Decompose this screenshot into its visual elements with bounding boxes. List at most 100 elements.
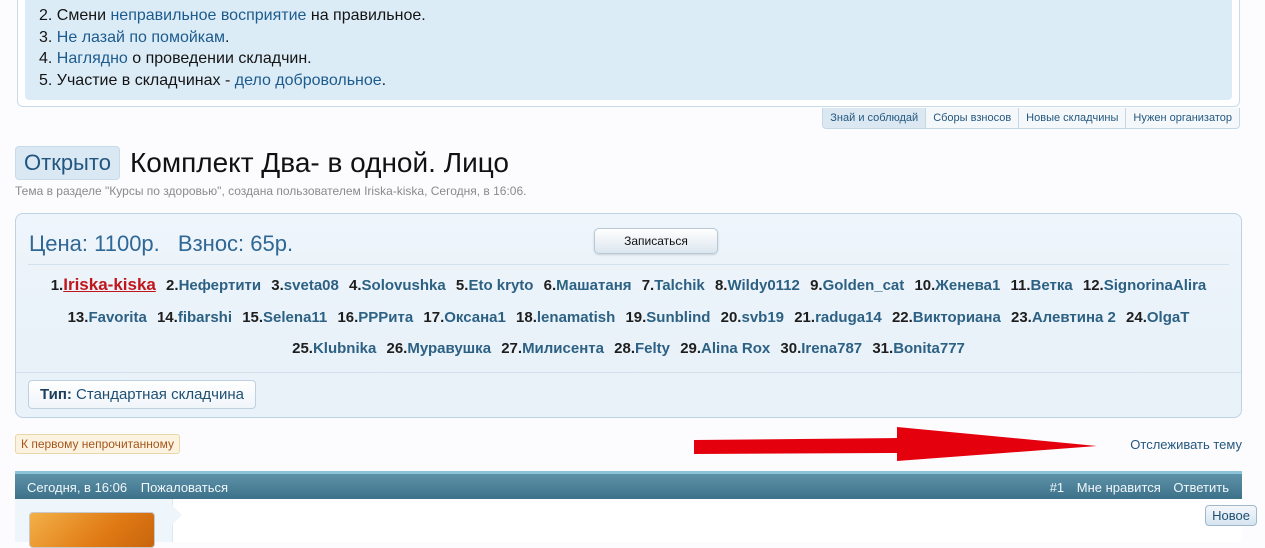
participant-item: 31.Bonita777 [872, 340, 965, 357]
participant-number: 6. [543, 277, 557, 294]
reply-link[interactable]: Ответить [1173, 480, 1229, 495]
rule-line: 4. Наглядно о проведении складчин. [39, 48, 1232, 70]
rules-list: 2. Смени неправильное восприятие на прав… [25, 0, 1232, 100]
rule-line: 3. Не лазай по помойкам. [39, 27, 1232, 49]
message-number-link[interactable]: #1 [1050, 480, 1064, 495]
participant-item: 8.Wildy0112 [715, 277, 800, 294]
price-info: Цена: 1100р. Взнос: 65р. [29, 231, 305, 257]
participant-link[interactable]: Golden_cat [823, 277, 905, 294]
participant-number: 28. [614, 340, 635, 357]
participant-link[interactable]: svb19 [741, 309, 784, 326]
participant-link[interactable]: SignorinaAlira [1104, 277, 1207, 294]
participant-link[interactable]: OlgaT [1147, 309, 1190, 326]
participant-item: 15.Selena11 [242, 309, 327, 326]
red-arrow-shape [694, 427, 1097, 461]
participant-link[interactable]: Bonita777 [893, 340, 965, 357]
participant-link[interactable]: Favorita [88, 309, 146, 326]
rule-link[interactable]: Не лазай по помойкам [57, 29, 225, 46]
participant-item: 3.sveta08 [271, 277, 339, 294]
participant-number: 1. [50, 277, 64, 294]
watch-thread-link[interactable]: Отслеживать тему [1130, 437, 1242, 452]
participant-link[interactable]: РРРита [358, 309, 413, 326]
subnav-item[interactable]: Новые складчины [1018, 108, 1125, 128]
rule-text: Участие в складчинах - [56, 71, 235, 89]
red-arrow-icon [694, 427, 1097, 461]
participant-item: 27.Милисента [501, 340, 604, 357]
rule-text-after: на правильное. [306, 7, 426, 24]
participant-link[interactable]: Alina Rox [701, 340, 770, 357]
participant-number: 25. [292, 340, 313, 357]
participant-number: 27. [501, 340, 523, 357]
participant-link[interactable]: sveta08 [284, 277, 339, 294]
rule-link[interactable]: неправильное восприятие [110, 7, 306, 24]
subnav-item[interactable]: Сборы взносов [925, 108, 1018, 128]
participant-item: 13.Favorita [68, 309, 147, 326]
rule-number: 4. [39, 50, 53, 67]
participant-number: 5. [455, 277, 469, 294]
participant-link[interactable]: Ветка [1031, 277, 1073, 294]
message-header: Сегодня, в 16:06 Пожаловаться #1 Мне нра… [15, 471, 1242, 499]
participant-link[interactable]: raduga14 [815, 309, 882, 326]
participant-link[interactable]: Eto kryto [468, 277, 533, 294]
participant-link[interactable]: Женева1 [935, 277, 1000, 294]
participant-number: 19. [625, 308, 647, 326]
participant-link[interactable]: Talchik [654, 277, 705, 294]
first-unread-link[interactable]: К первому непрочитанному [15, 434, 180, 454]
thread-description: Тема в разделе "Курсы по здоровью", созд… [15, 184, 527, 198]
participant-item: 12.SignorinaAlira [1083, 277, 1206, 294]
participant-link[interactable]: Selena11 [263, 309, 327, 326]
participant-item: 30.Irena787 [780, 340, 862, 357]
participant-item: 2.Нефертити [166, 277, 261, 294]
participant-link[interactable]: Solovushka [362, 277, 446, 294]
participant-item: 24.OlgaT [1126, 309, 1189, 326]
participant-link[interactable]: Sunblind [646, 309, 710, 326]
participant-item: 7.Talchik [642, 277, 705, 294]
participant-number: 4. [349, 277, 362, 294]
participant-number: 17. [423, 308, 445, 326]
participant-number: 7. [641, 277, 655, 294]
rule-number: 5. [39, 71, 53, 89]
participant-link[interactable]: Муравушка [407, 340, 491, 357]
participant-link[interactable]: Klubnika [313, 340, 376, 357]
participant-link[interactable]: Felty [635, 340, 670, 357]
user-panel [15, 499, 173, 548]
panel-divider [28, 264, 1229, 265]
rule-link[interactable]: Наглядно [57, 50, 128, 67]
participant-number: 3. [271, 277, 284, 294]
subnav-item[interactable]: Нужен организатор [1125, 108, 1239, 128]
participant-link[interactable]: Wildy0112 [727, 277, 799, 294]
report-link[interactable]: Пожаловаться [141, 480, 228, 495]
participant-link[interactable]: Оксана1 [444, 309, 506, 326]
participant-link[interactable]: Irena787 [801, 340, 862, 357]
thread-title-row: Открыто Комплект Два- в одной. Лицо [15, 146, 509, 180]
participant-number: 26. [386, 340, 408, 357]
participant-number: 23. [1010, 308, 1032, 326]
participant-number: 8. [714, 277, 728, 294]
participant-link[interactable]: lenamatish [537, 309, 615, 326]
rule-text-after: . [225, 28, 230, 46]
rule-number: 2. [39, 7, 53, 24]
avatar[interactable] [29, 512, 155, 548]
subnav-item[interactable]: Знай и соблюдай [823, 108, 926, 128]
participant-item: 25.Klubnika [292, 340, 376, 357]
participant-link[interactable]: Алевтина 2 [1032, 309, 1116, 326]
participant-item: 6.Машатаня [544, 277, 632, 294]
participant-number: 10. [914, 277, 936, 294]
organizer-link[interactable]: Iriska-kiska [63, 275, 156, 294]
participant-item: 29.Alina Rox [680, 340, 770, 357]
like-link[interactable]: Мне нравится [1077, 480, 1161, 495]
participant-link[interactable]: Нефертити [179, 277, 262, 294]
participant-link[interactable]: fibarshi [178, 309, 232, 326]
participant-number: 13. [67, 308, 89, 326]
join-button[interactable]: Записаться [594, 228, 718, 254]
participant-number: 22. [891, 308, 913, 326]
participant-item: 17.Оксана1 [423, 309, 505, 326]
participant-link[interactable]: Милисента [522, 340, 604, 357]
participant-link[interactable]: Машатаня [556, 277, 631, 294]
participant-link[interactable]: Викториана [913, 309, 1001, 326]
message-body [15, 499, 1242, 548]
rule-text-after: . [381, 71, 387, 89]
rule-link[interactable]: дело добровольное [235, 72, 382, 89]
participant-number: 31. [872, 340, 894, 357]
new-button[interactable]: Новое [1205, 505, 1257, 526]
